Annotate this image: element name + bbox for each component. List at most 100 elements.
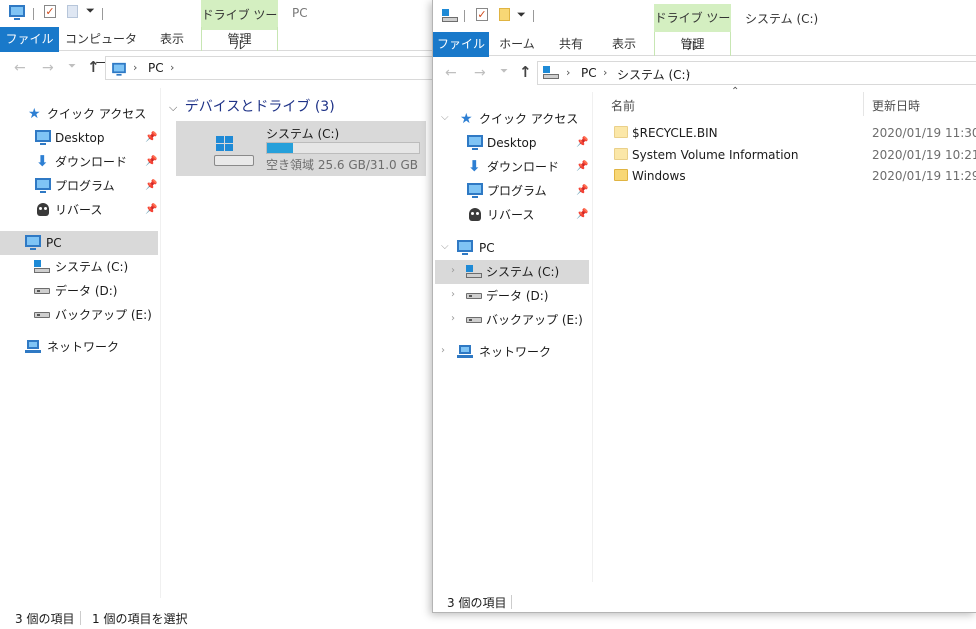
recent-locations-button[interactable]: ⏷ (500, 66, 508, 77)
drive-tile-name: システム (C:) (266, 127, 340, 141)
up-button[interactable]: ↑ (519, 63, 532, 81)
back-button[interactable]: ← (445, 65, 457, 81)
forward-button[interactable]: → (474, 65, 486, 81)
column-header-name[interactable]: 名前 (611, 97, 635, 114)
file-row-date: 2020/01/19 10:21 (872, 148, 976, 162)
folder-icon (614, 169, 628, 181)
star-icon: ★ (460, 111, 473, 127)
pc-icon (9, 5, 25, 20)
pin-icon: 📌 (576, 185, 589, 196)
nav-programs[interactable]: プログラム 📌 (35, 175, 160, 197)
windows-drive-icon (543, 66, 559, 80)
skull-icon (37, 203, 49, 216)
pin-icon: 📌 (576, 161, 589, 172)
qat-separator (102, 8, 103, 20)
back-button[interactable]: ← (14, 60, 26, 76)
breadcrumb-pc[interactable]: PC (581, 66, 597, 80)
new-folder-qat-icon[interactable] (499, 8, 510, 21)
windows-drive-icon (34, 260, 50, 274)
properties-qat-icon[interactable]: ✓ (44, 5, 56, 18)
new-folder-qat-icon[interactable] (67, 5, 78, 18)
status-separator (80, 611, 81, 625)
column-divider[interactable] (863, 92, 864, 116)
pc-icon (25, 235, 41, 250)
tab-view[interactable]: 表示 (602, 32, 646, 56)
expand-chevron-icon[interactable]: › (451, 265, 455, 276)
tab-file[interactable]: ファイル (0, 27, 59, 52)
forward-button[interactable]: → (42, 60, 54, 76)
pin-icon: 📌 (145, 132, 158, 143)
status-item-count: 3 個の項目 (447, 596, 507, 610)
skull-icon (469, 208, 481, 221)
window-title: システム (C:) (745, 12, 819, 26)
properties-qat-icon[interactable]: ✓ (476, 8, 488, 21)
pc-icon (457, 240, 473, 255)
chevron-right-icon[interactable]: › (603, 66, 607, 79)
column-header-modified[interactable]: 更新日時 (872, 97, 920, 114)
file-row-name[interactable]: System Volume Information (632, 148, 798, 162)
desktop-icon (467, 135, 483, 150)
expand-chevron-icon[interactable]: ⌵ (441, 241, 449, 252)
file-row-name[interactable]: Windows (632, 169, 686, 183)
tab-share[interactable]: 共有 (549, 32, 593, 56)
address-bar[interactable]: › PC › (105, 56, 435, 80)
chevron-right-icon[interactable]: › (686, 66, 690, 79)
drive-tools-context-label: ドライブ ツール (654, 4, 731, 53)
pane-splitter[interactable] (160, 88, 161, 598)
explorer-window-system-c: ✓ ⏷ ドライブ ツール システム (C:) ファイル ホーム 共有 表示 管理… (432, 0, 976, 613)
file-row-date: 2020/01/19 11:30 (872, 126, 976, 140)
nav-reverse[interactable]: リバース 📌 (467, 204, 592, 226)
drive-icon (466, 317, 482, 323)
breadcrumb-pc[interactable]: PC (148, 61, 164, 75)
drive-tile-system-c[interactable]: システム (C:) 空き領域 25.6 GB/31.0 GB (176, 121, 426, 176)
network-icon (25, 340, 41, 353)
drive-icon (466, 293, 482, 299)
windows-drive-icon (214, 136, 258, 170)
drive-icon (34, 288, 50, 294)
chevron-right-icon[interactable]: › (566, 66, 570, 79)
expand-chevron-icon[interactable]: ⌵ (441, 112, 449, 123)
qat-separator (533, 10, 534, 22)
tab-view[interactable]: 表示 (150, 27, 194, 51)
folder-icon (614, 126, 628, 138)
qat-customize-icon[interactable]: ⏷ (86, 4, 95, 18)
windows-drive-icon (442, 9, 458, 23)
drive-usage-fill (267, 143, 294, 153)
desktop-icon (35, 130, 51, 145)
expand-chevron-icon[interactable]: › (441, 345, 445, 356)
nav-desktop[interactable]: Desktop 📌 (467, 132, 592, 154)
qat-customize-icon[interactable]: ⏷ (517, 8, 526, 22)
pin-icon: 📌 (576, 137, 589, 148)
nav-programs[interactable]: プログラム 📌 (467, 180, 592, 202)
nav-downloads[interactable]: ⬇ ダウンロード 📌 (35, 151, 160, 173)
status-selected-count: 1 個の項目を選択 (92, 612, 188, 626)
monitor-icon (35, 178, 51, 193)
chevron-right-icon[interactable]: › (133, 61, 137, 74)
tab-manage[interactable]: 管理 (654, 32, 731, 56)
tab-file[interactable]: ファイル (433, 32, 489, 57)
windows-drive-icon (466, 265, 482, 279)
chevron-right-icon[interactable]: › (170, 61, 174, 74)
download-icon: ⬇ (36, 152, 49, 170)
file-row-name[interactable]: $RECYCLE.BIN (632, 126, 718, 140)
pin-icon: 📌 (145, 156, 158, 167)
address-bar[interactable]: › PC › システム (C:) › (537, 61, 976, 85)
tab-computer[interactable]: コンピューター (63, 27, 139, 70)
pane-splitter[interactable] (592, 92, 593, 582)
nav-downloads[interactable]: ⬇ ダウンロード 📌 (467, 156, 592, 178)
nav-pc-selection (0, 231, 158, 255)
monitor-icon (467, 183, 483, 198)
nav-desktop[interactable]: Desktop 📌 (35, 127, 160, 149)
tab-manage[interactable]: 管理 (201, 27, 278, 51)
breadcrumb-system-c[interactable]: システム (C:) (617, 66, 690, 83)
expand-chevron-icon[interactable]: › (451, 289, 455, 300)
up-button[interactable]: ↑ (87, 58, 100, 76)
tab-home[interactable]: ホーム (495, 32, 539, 56)
expand-chevron-icon[interactable]: › (451, 313, 455, 324)
devices-group-header[interactable]: ⌵ デバイスとドライブ (3) (169, 96, 335, 116)
recent-locations-button[interactable]: ⏷ (68, 61, 76, 72)
status-separator (511, 595, 512, 609)
pin-icon: 📌 (145, 180, 158, 191)
nav-reverse[interactable]: リバース 📌 (35, 199, 160, 221)
window-title: PC (292, 6, 308, 20)
